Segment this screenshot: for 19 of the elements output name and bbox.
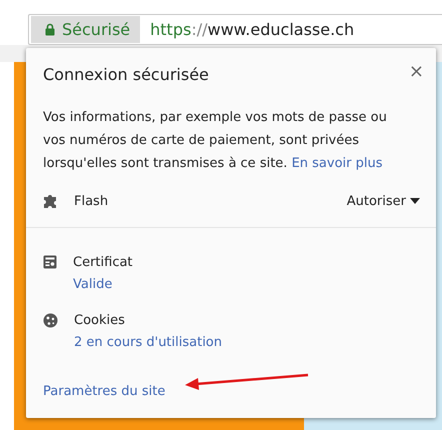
caret-icon — [410, 198, 420, 204]
description-text: Vos informations, par exemple vos mots de passe ou vos numéros de carte de paiement, sont privées lorsqu'elles sont transmises à ce site. En savoir plus — [43, 109, 388, 173]
permission-dropdown[interactable]: Autoriser — [346, 194, 420, 208]
site-settings-link[interactable]: Paramètres du site — [43, 384, 166, 399]
puzzle-icon — [43, 193, 59, 209]
permission-label: Flash — [74, 194, 110, 208]
item-detail-link[interactable]: Valide — [73, 274, 133, 296]
learn-more-link[interactable]: En savoir plus — [292, 156, 382, 171]
cookie-icon — [43, 313, 58, 328]
certificate-icon — [43, 255, 57, 269]
close-button[interactable]: × — [408, 63, 424, 81]
item-title: Certificat — [73, 254, 133, 272]
security-chip[interactable]: Sécurisé — [31, 16, 140, 43]
item-title: Cookies — [74, 312, 126, 330]
address-bar[interactable]: Sécurisé https://www.educlasse.ch — [28, 14, 442, 45]
url-text: https://www.educlasse.ch — [150, 20, 354, 39]
item-detail-link[interactable]: 2 en cours d'utilisation — [74, 332, 222, 354]
lock-icon — [45, 23, 55, 36]
popup-title: Connexion sécurisée — [43, 65, 209, 84]
